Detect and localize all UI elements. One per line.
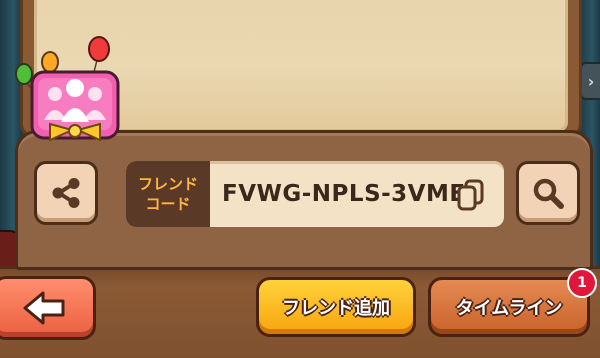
- share-button[interactable]: [34, 161, 98, 225]
- search-button[interactable]: [516, 161, 580, 225]
- friend-code-label-line2: コード: [145, 195, 191, 213]
- friends-balloon-badge-icon: [15, 36, 120, 142]
- timeline-notification-badge: 1: [567, 268, 597, 298]
- chevron-right-icon: ›: [587, 71, 595, 91]
- search-icon: [533, 178, 564, 209]
- scroll-right-tab[interactable]: ›: [580, 62, 600, 100]
- friend-code-field: フレンド コード FVWG-NPLS-3VME: [126, 161, 504, 227]
- friend-code-label: フレンド コード: [126, 161, 210, 227]
- friend-code-value: FVWG-NPLS-3VME: [222, 181, 466, 207]
- back-arrow-icon: [23, 291, 65, 325]
- copy-icon[interactable]: [456, 179, 486, 211]
- share-icon: [52, 178, 80, 208]
- timeline-label: タイムライン: [455, 298, 563, 319]
- back-button[interactable]: [0, 276, 96, 340]
- friend-code-label-line1: フレンド: [137, 175, 198, 193]
- add-friend-label: フレンド追加: [282, 298, 390, 319]
- friend-code-panel: フレンド コード FVWG-NPLS-3VME: [15, 130, 593, 270]
- add-friend-button[interactable]: フレンド追加: [256, 277, 416, 337]
- timeline-button[interactable]: タイムライン: [428, 277, 590, 337]
